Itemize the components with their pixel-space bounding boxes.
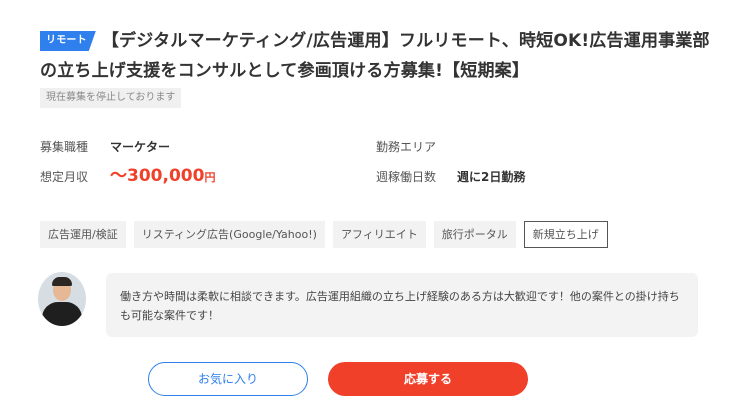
skill-tags: 広告運用/検証 リスティング広告(Google/Yahoo!) アフィリエイト … [40, 221, 608, 248]
salary-row: 想定月収 〜300,000円 [40, 167, 215, 187]
avatar-shirt [42, 302, 82, 326]
salary-label: 想定月収 [40, 170, 89, 184]
apply-button[interactable]: 応募する [328, 362, 528, 396]
job-title[interactable]: リモート 【デジタルマーケティング/広告運用】フルリモート、時短OK!広告運用事業… [40, 26, 710, 86]
tag-affiliate[interactable]: アフィリエイト [332, 221, 426, 248]
salary-value: 〜300,000 [110, 166, 205, 186]
tag-new-launch[interactable]: 新規立ち上げ [523, 221, 608, 248]
area-label: 勤務エリア [376, 140, 437, 154]
work-days-row: 週稼働日数 週に2日勤務 [376, 168, 525, 186]
avatar-hair [52, 277, 72, 286]
remote-badge: リモート [40, 31, 96, 51]
tag-listing-ads[interactable]: リスティング広告(Google/Yahoo!) [133, 221, 325, 248]
recruiter-message: 働き方や時間は柔軟に相談できます。広告運用組織の立ち上げ経験のある方は大歓迎です… [106, 273, 698, 337]
job-title-text: 【デジタルマーケティング/広告運用】フルリモート、時短OK!広告運用事業部の立ち… [40, 31, 710, 81]
job-title-block: リモート 【デジタルマーケティング/広告運用】フルリモート、時短OK!広告運用事業… [40, 26, 710, 86]
job-type-row: 募集職種 マーケター [40, 138, 170, 156]
work-days-label: 週稼働日数 [376, 170, 437, 184]
job-type-value: マーケター [110, 140, 171, 154]
salary-unit: 円 [204, 171, 216, 184]
area-row: 勤務エリア [376, 138, 446, 156]
status-badge: 現在募集を停止しております [40, 88, 182, 108]
avatar [38, 272, 86, 326]
job-type-label: 募集職種 [40, 140, 89, 154]
work-days-value: 週に2日勤務 [457, 170, 526, 184]
tag-ad-operation[interactable]: 広告運用/検証 [40, 221, 126, 248]
tag-travel-portal[interactable]: 旅行ポータル [433, 221, 516, 248]
favorite-button[interactable]: お気に入り [148, 362, 308, 396]
